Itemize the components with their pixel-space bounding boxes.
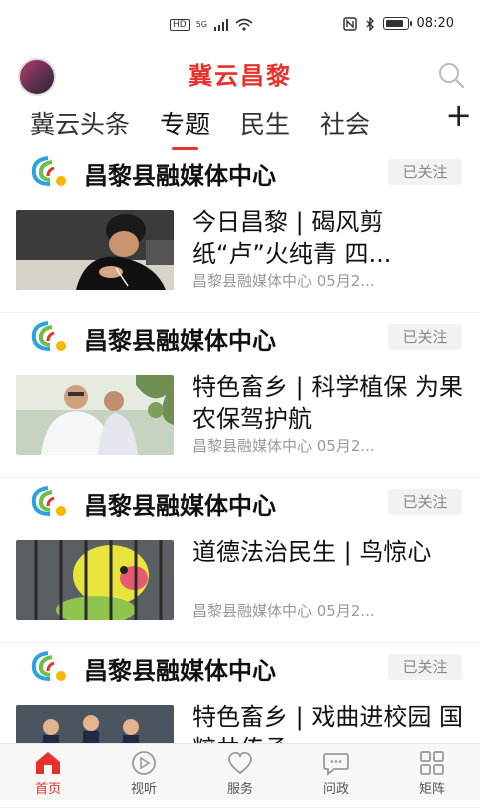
status-network: HD 5G: [170, 18, 253, 31]
tab-topics[interactable]: 专题: [160, 105, 210, 141]
article-title[interactable]: 今日昌黎 | 碣风剪纸“卢”火纯青 四...: [192, 206, 464, 270]
nav-home-label: 首页: [34, 782, 61, 797]
article-meta: 昌黎县融媒体中心 05月2...: [192, 602, 375, 620]
nav-service[interactable]: 服务: [192, 744, 288, 800]
nav-politics-label: 问政: [322, 782, 349, 797]
search-button[interactable]: [436, 60, 466, 90]
source-row: 昌黎县融媒体中心 已关注: [0, 478, 480, 524]
battery-icon: [382, 17, 412, 30]
nav-home[interactable]: 首页: [0, 744, 96, 800]
source-name[interactable]: 昌黎县融媒体中心: [84, 321, 276, 356]
news-feed: 昌黎县融媒体中心 已关注 今日昌黎 | 碣风剪纸“卢”火纯青 四... 昌黎县融…: [0, 148, 480, 808]
nav-video-label: 视听: [130, 782, 157, 797]
tab-society[interactable]: 社会: [320, 105, 370, 141]
chat-icon: [323, 753, 349, 776]
search-icon: [439, 63, 465, 89]
play-icon: [132, 751, 156, 775]
bluetooth-icon: [366, 16, 374, 31]
nav-video[interactable]: 视听: [96, 744, 192, 800]
status-right: 08:20: [342, 16, 454, 31]
source-logo-icon: [31, 156, 66, 186]
list-item[interactable]: 昌黎县融媒体中心 已关注 今日昌黎 | 碣风剪纸“卢”火纯青 四... 昌黎县融…: [0, 148, 480, 313]
source-logo-icon: [31, 486, 66, 516]
nav-matrix-label: 矩阵: [418, 782, 445, 797]
wifi-icon: [235, 18, 253, 31]
status-time: 08:20: [416, 16, 454, 31]
follow-button[interactable]: 已关注: [388, 159, 462, 185]
follow-button[interactable]: 已关注: [388, 654, 462, 680]
source-name[interactable]: 昌黎县融媒体中心: [84, 486, 276, 521]
signal-label: 5G: [195, 20, 207, 29]
nav-politics[interactable]: 问政: [288, 744, 384, 800]
list-item[interactable]: 昌黎县融媒体中心 已关注 道德法治民生 | 鸟惊心 昌黎县融媒体中心 05月2.…: [0, 478, 480, 643]
source-name[interactable]: 昌黎县融媒体中心: [84, 156, 276, 191]
article-thumbnail[interactable]: [16, 375, 174, 455]
source-row: 昌黎县融媒体中心 已关注: [0, 148, 480, 194]
follow-button[interactable]: 已关注: [388, 489, 462, 515]
article-title[interactable]: 道德法治民生 | 鸟惊心: [192, 536, 464, 600]
source-row: 昌黎县融媒体中心 已关注: [0, 313, 480, 359]
source-row: 昌黎县融媒体中心 已关注: [0, 643, 480, 689]
app-header: 冀云昌黎: [0, 52, 480, 96]
article-thumbnail[interactable]: [16, 540, 174, 620]
tab-headlines[interactable]: 冀云头条: [30, 105, 130, 141]
category-tabs: 冀云头条 专题 民生 社会 +: [0, 96, 480, 146]
nav-matrix[interactable]: 矩阵: [384, 744, 480, 800]
nfc-icon: [342, 16, 357, 31]
list-item[interactable]: 昌黎县融媒体中心 已关注 特色畜乡 | 科学植保 为果农保驾护航 昌黎县融媒体中…: [0, 313, 480, 478]
nav-service-label: 服务: [226, 782, 253, 797]
tab-livelihood[interactable]: 民生: [240, 105, 290, 141]
heart-icon: [228, 751, 252, 775]
article-title[interactable]: 特色畜乡 | 科学植保 为果农保驾护航: [192, 371, 464, 435]
article-thumbnail[interactable]: [16, 210, 174, 290]
signal-icon: [214, 18, 228, 31]
bottom-nav: 首页 视听 服务 问政 矩阵: [0, 743, 480, 800]
article-meta: 昌黎县融媒体中心 05月2...: [192, 437, 375, 455]
article-meta: 昌黎县融媒体中心 05月2...: [192, 272, 375, 290]
source-logo-icon: [31, 651, 66, 681]
status-bar: HD 5G 08:20: [0, 0, 480, 52]
hd-badge: HD: [170, 18, 190, 31]
source-name[interactable]: 昌黎县融媒体中心: [84, 651, 276, 686]
source-logo-icon: [31, 321, 66, 351]
home-icon: [36, 752, 60, 774]
app-title: 冀云昌黎: [188, 62, 292, 90]
follow-button[interactable]: 已关注: [388, 324, 462, 350]
grid-icon: [420, 751, 444, 775]
add-tab-button[interactable]: +: [445, 96, 472, 134]
